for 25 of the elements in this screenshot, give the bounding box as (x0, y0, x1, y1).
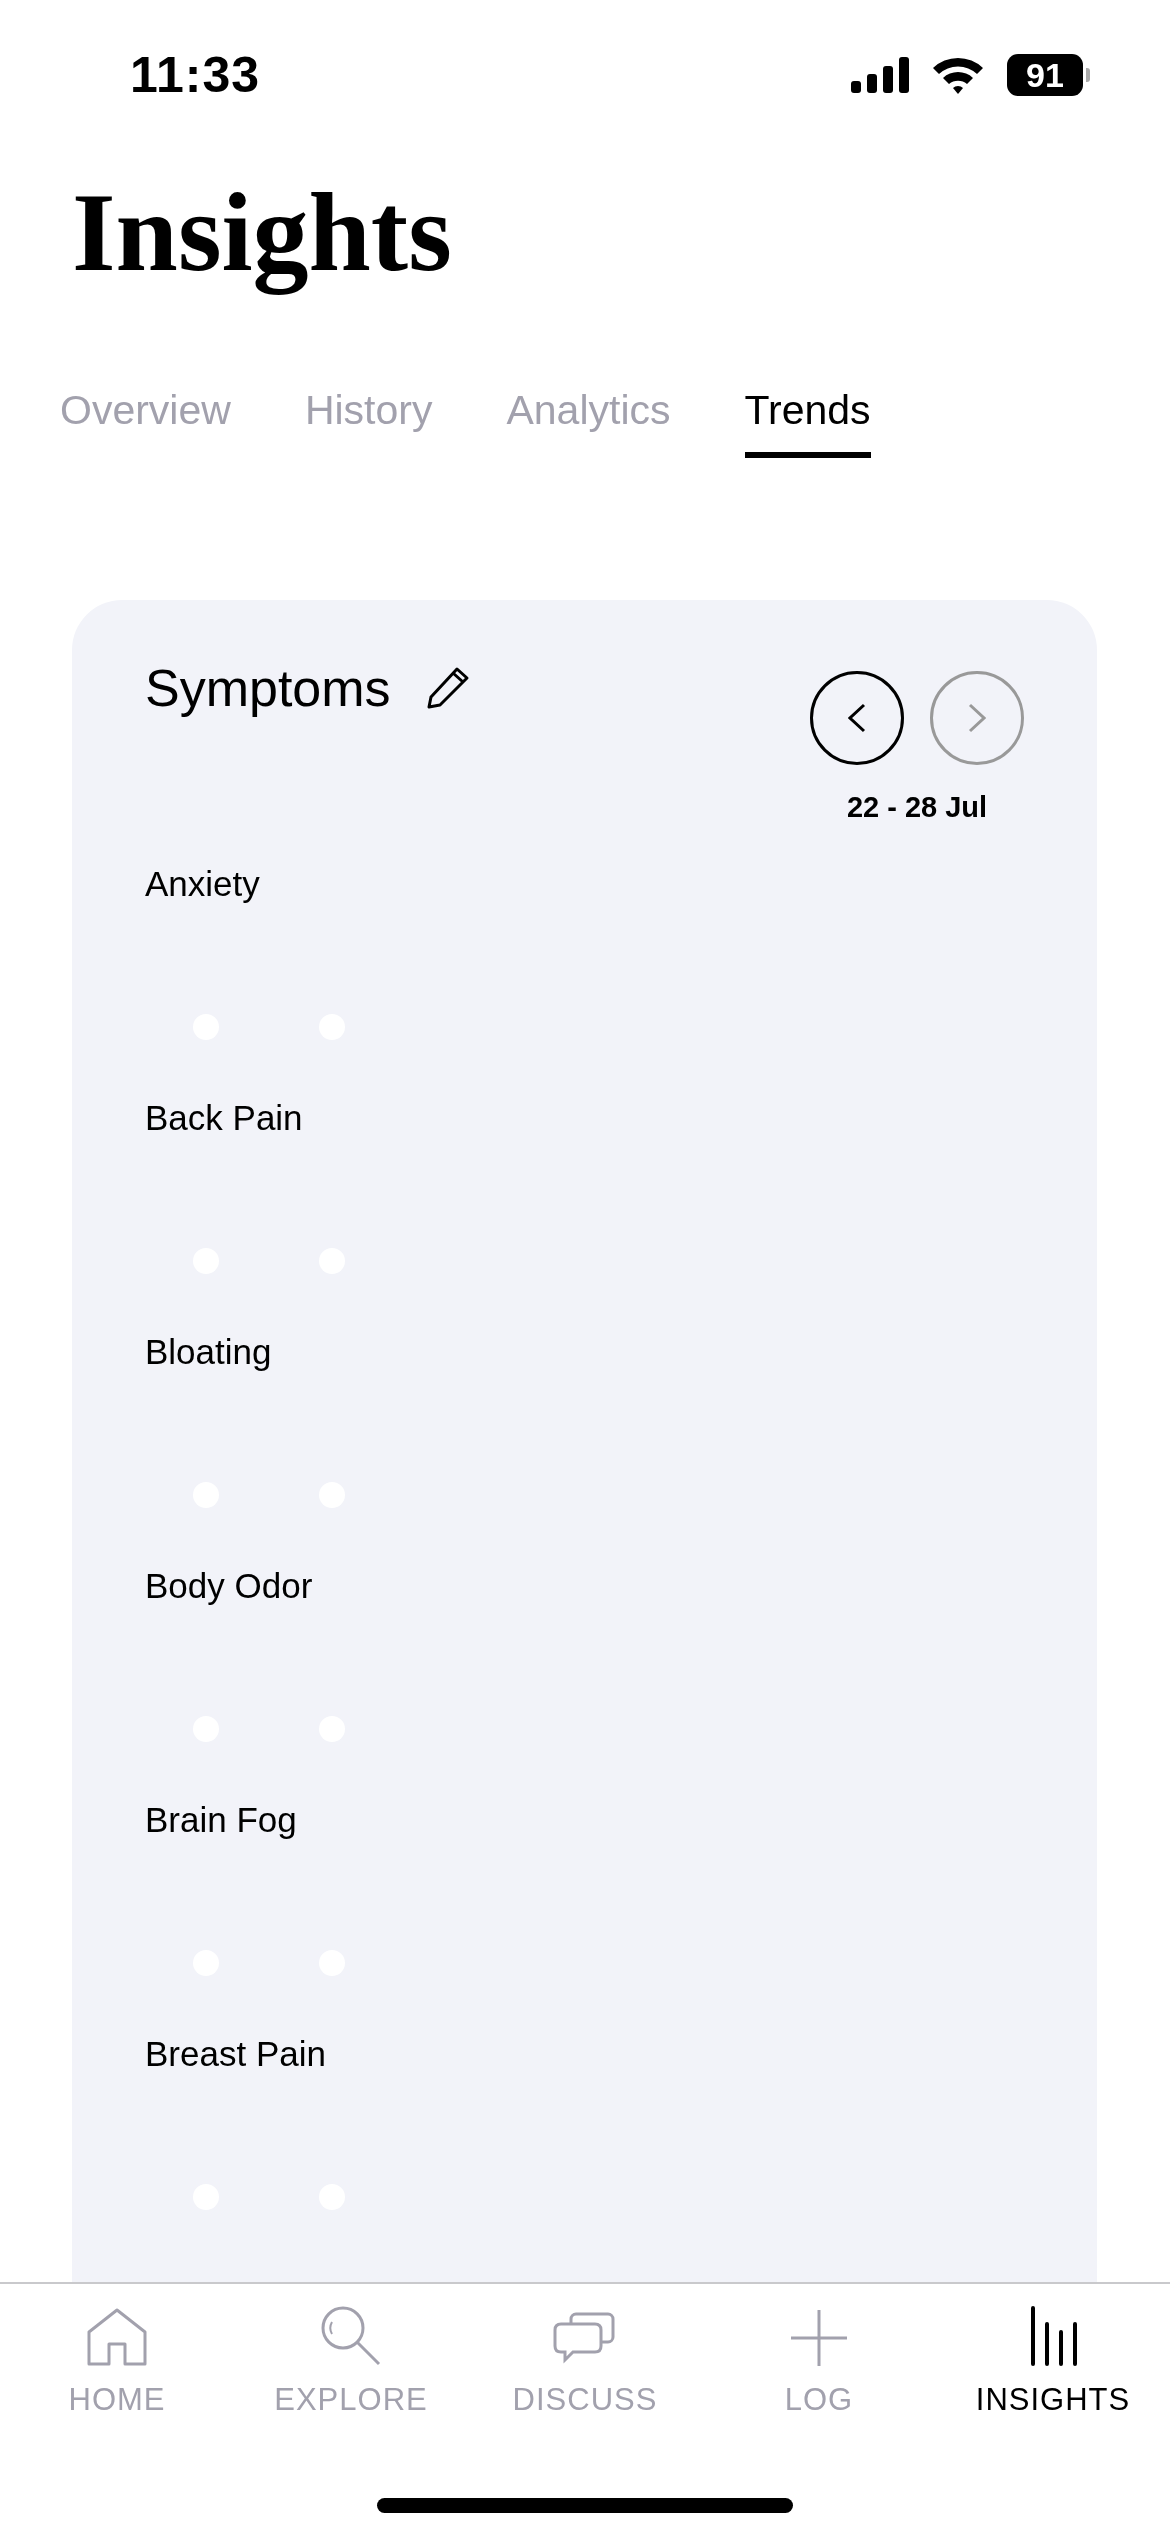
symptom-name: Anxiety (145, 863, 260, 905)
tab[interactable]: History (304, 380, 433, 458)
nav-item[interactable]: HOME (0, 2304, 234, 2418)
chevron-icon (968, 703, 986, 733)
card-title: Symptoms (145, 658, 391, 718)
nav-item[interactable]: LOG (702, 2304, 936, 2418)
nav-item[interactable]: INSIGHTS (936, 2304, 1170, 2418)
symptom-name: Body Odor (145, 1565, 313, 1607)
wifi-icon (931, 56, 985, 94)
nav-item[interactable]: EXPLORE (234, 2304, 468, 2418)
status-time: 11:33 (130, 46, 261, 104)
symptom-name: Bloating (145, 1331, 272, 1373)
symptom-name: Brain Fog (145, 1799, 297, 1841)
tab[interactable]: Trends (744, 380, 871, 458)
previous-button[interactable] (810, 671, 904, 765)
signal-icon (851, 57, 909, 93)
chevron-icon (848, 703, 866, 733)
tab[interactable]: Analytics (506, 380, 671, 458)
next-button[interactable] (930, 671, 1024, 765)
page-title: Insights (72, 169, 452, 297)
symptom-name: Breast Pain (145, 2033, 326, 2075)
tab[interactable]: Overview (60, 380, 231, 458)
symptom-name: Back Pain (145, 1097, 303, 1139)
nav-item[interactable]: DISCUSS (468, 2304, 702, 2418)
date-range: 22 - 28 Jul (846, 791, 988, 824)
